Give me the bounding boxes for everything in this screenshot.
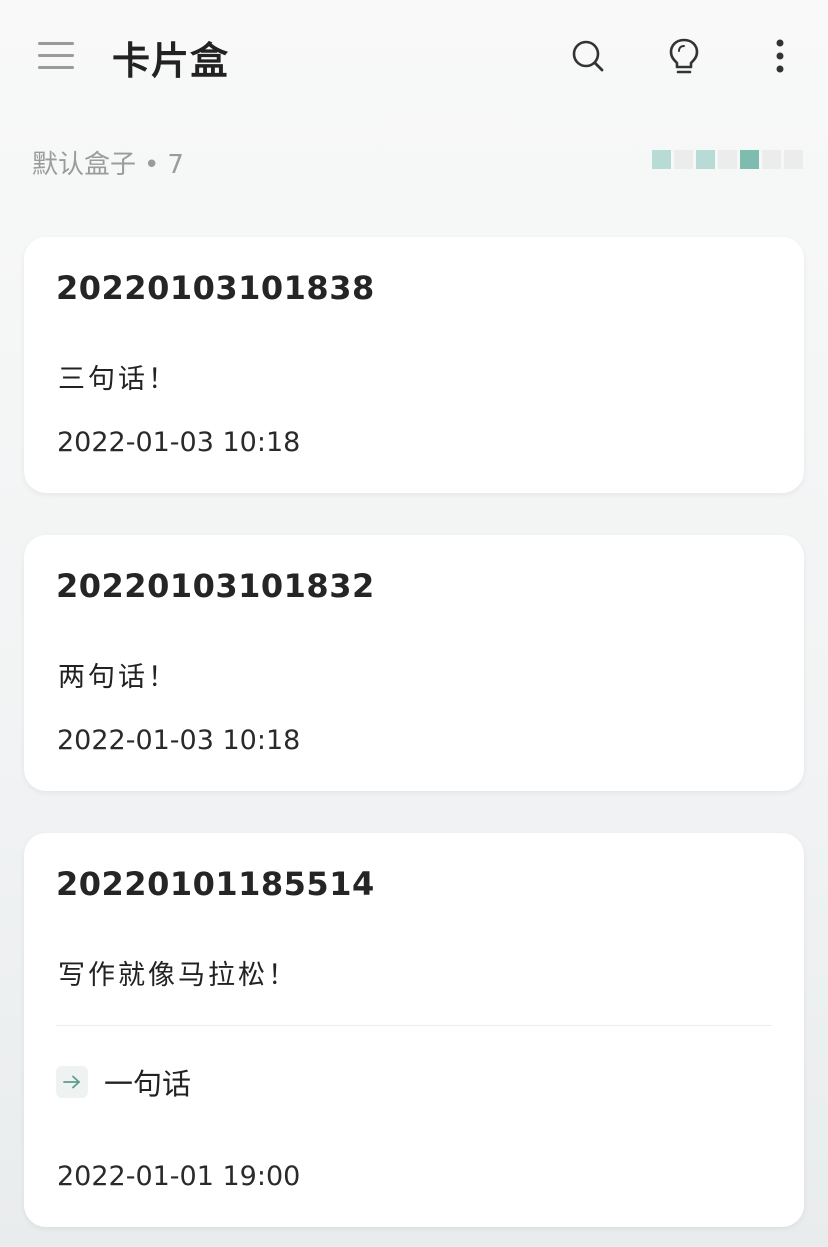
box-count: 7 (167, 150, 184, 180)
activity-heatmap (652, 150, 803, 169)
heatmap-cell (696, 150, 715, 169)
card-item[interactable]: 20220101185514 写作就像马拉松！ 一句话 2022-01-01 1… (24, 833, 804, 1227)
card-title: 20220103101838 (56, 269, 375, 307)
heatmap-cell (718, 150, 737, 169)
heatmap-cell (762, 150, 781, 169)
card-body: 两句话！ (58, 662, 178, 693)
card-body: 三句话！ (58, 364, 178, 395)
card-link-label: 一句话 (104, 1067, 192, 1101)
heatmap-cell (784, 150, 803, 169)
card-divider (56, 1025, 772, 1026)
top-app-bar: 卡片盒 (0, 0, 828, 112)
card-item[interactable]: 20220103101832 两句话！ 2022-01-03 10:18 (24, 535, 804, 791)
card-timestamp: 2022-01-03 10:18 (57, 725, 301, 756)
card-link[interactable]: 一句话 (56, 1061, 191, 1103)
heatmap-cell (652, 150, 671, 169)
search-icon[interactable] (568, 36, 608, 76)
card-item[interactable]: 20220103101838 三句话！ 2022-01-03 10:18 (24, 237, 804, 493)
app-title: 卡片盒 (112, 39, 230, 83)
arrow-right-icon (56, 1066, 88, 1098)
heatmap-cell (674, 150, 693, 169)
card-title: 20220103101832 (56, 567, 375, 605)
menu-icon[interactable] (38, 40, 76, 72)
box-name: 默认盒子 (32, 150, 137, 180)
card-timestamp: 2022-01-03 10:18 (57, 427, 301, 458)
card-body: 写作就像马拉松！ (58, 960, 298, 991)
card-title: 20220101185514 (56, 865, 375, 903)
more-vertical-icon[interactable] (760, 36, 800, 76)
heatmap-cell (740, 150, 759, 169)
card-timestamp: 2022-01-01 19:00 (57, 1161, 301, 1192)
lightbulb-icon[interactable] (664, 36, 704, 76)
box-separator: • (144, 150, 160, 180)
box-title[interactable]: 默认盒子 • 7 (32, 144, 184, 181)
